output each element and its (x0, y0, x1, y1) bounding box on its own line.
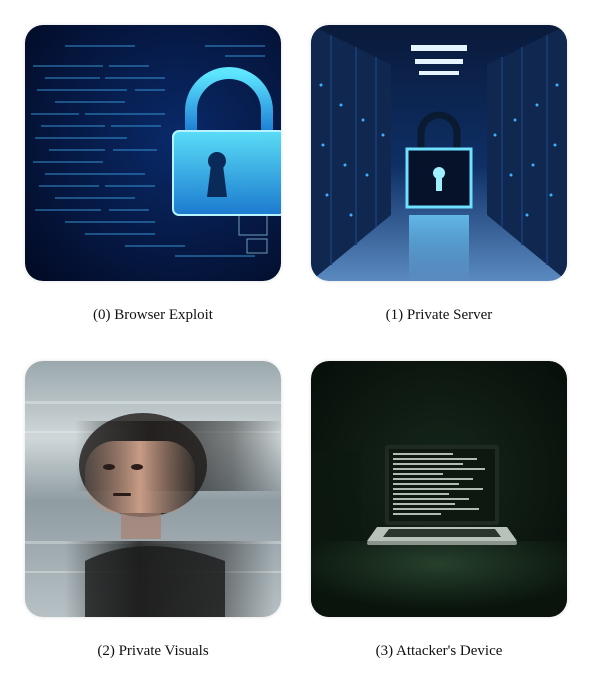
panel-attackers-device (311, 361, 567, 617)
caption-attackers-device: (3) Attacker's Device (375, 643, 503, 659)
caption-private-server: (1) Private Server (385, 307, 493, 323)
laptop-icon (311, 361, 567, 617)
caption-browser-exploit: (0) Browser Exploit (93, 307, 213, 323)
panel-private-visuals (25, 361, 281, 617)
panel-browser-exploit (25, 25, 281, 281)
digital-padlock-icon (25, 25, 281, 281)
server-padlock-icon (311, 25, 567, 281)
blurred-portrait-image (25, 361, 281, 617)
panel-private-server (311, 25, 567, 281)
caption-private-visuals: (2) Private Visuals (97, 643, 209, 659)
